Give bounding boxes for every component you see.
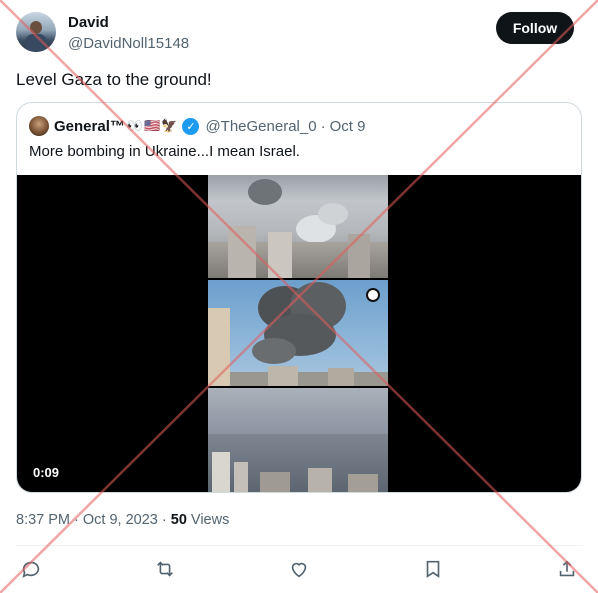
quoted-avatar[interactable] xyxy=(29,116,49,136)
verified-badge-icon: ✓ xyxy=(182,117,200,135)
reply-icon[interactable] xyxy=(20,558,44,582)
retweet-icon[interactable] xyxy=(154,558,178,582)
follow-button[interactable]: Follow xyxy=(496,12,574,44)
quoted-author-name[interactable]: General™ xyxy=(54,118,125,135)
quoted-date[interactable]: Oct 9 xyxy=(330,118,366,135)
like-icon[interactable] xyxy=(288,558,312,582)
divider xyxy=(16,545,582,546)
views-count: 50 xyxy=(170,512,187,528)
video-frame-explosion xyxy=(208,280,388,386)
quoted-text: More bombing in Ukraine...I mean Israel. xyxy=(29,143,300,160)
tweet-meta: 8:37 PM · Oct 9, 2023 · 50 Views xyxy=(16,512,229,528)
tweet-time[interactable]: 8:37 PM xyxy=(16,512,70,528)
tweet-date[interactable]: Oct 9, 2023 xyxy=(83,512,158,528)
quoted-handle[interactable]: @TheGeneral_0 xyxy=(205,118,316,135)
video-frame-aerial-smoke xyxy=(208,175,388,278)
quoted-name-emoji: 👀🇺🇸🦅 xyxy=(126,118,179,133)
author-name[interactable]: David xyxy=(68,14,109,31)
meta-separator: · xyxy=(161,512,171,528)
tweet-text: Level Gaza to the ground! xyxy=(16,70,212,89)
channel-logo-icon xyxy=(366,288,380,302)
avatar[interactable] xyxy=(16,12,56,52)
video-player[interactable]: 0:09 xyxy=(17,175,581,492)
share-icon[interactable] xyxy=(556,558,580,582)
tweet-header: David @DavidNoll15148 Follow xyxy=(16,12,574,56)
video-thumbnail xyxy=(208,175,388,492)
views-label: Views xyxy=(190,512,230,528)
quoted-separator: · xyxy=(320,117,326,135)
quoted-header: General™ 👀🇺🇸🦅 ✓ @TheGeneral_0 · Oct 9 xyxy=(29,116,365,136)
author-handle[interactable]: @DavidNoll15148 xyxy=(68,35,189,52)
video-frame-city xyxy=(208,388,388,492)
quoted-tweet[interactable]: General™ 👀🇺🇸🦅 ✓ @TheGeneral_0 · Oct 9 Mo… xyxy=(16,102,582,493)
bookmark-icon[interactable] xyxy=(422,558,446,582)
action-bar xyxy=(20,558,580,582)
video-duration: 0:09 xyxy=(33,465,60,480)
meta-separator: · xyxy=(74,512,83,528)
